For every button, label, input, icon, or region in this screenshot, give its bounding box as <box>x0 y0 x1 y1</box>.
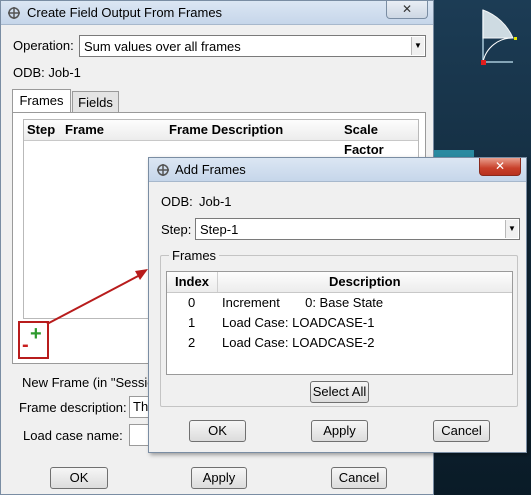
frames-group-label: Frames <box>169 248 220 263</box>
row-index: 1 <box>188 315 196 330</box>
list-item[interactable]: 2 Load Case: LOADCASE-2 <box>167 333 512 353</box>
column-index[interactable]: Index <box>175 272 209 292</box>
row-description: Increment 0: Base State <box>222 295 384 310</box>
step-value: Step-1 <box>200 222 239 237</box>
sub-odb-label: ODB: <box>161 194 193 209</box>
row-index: 0 <box>188 295 196 310</box>
select-all-button[interactable]: Select All <box>310 381 369 403</box>
row-description: Load Case: LOADCASE-1 <box>222 315 375 330</box>
add-frames-title: Add Frames <box>175 162 246 177</box>
sub-titlebar[interactable]: Add Frames ✕ <box>149 158 526 182</box>
column-description[interactable]: Description <box>329 272 401 292</box>
chevron-down-icon: ▼ <box>505 220 518 238</box>
frames-list[interactable]: Index Description 0 Increment 0: Base St… <box>166 271 513 375</box>
add-frames-dialog: Add Frames ✕ ODB: Job-1 Step: Step-1 ▼ F… <box>148 157 527 453</box>
sub-apply-button[interactable]: Apply <box>311 420 368 442</box>
list-item[interactable]: 0 Increment 0: Base State <box>167 293 512 313</box>
sub-odb-value: Job-1 <box>199 194 232 209</box>
sub-cancel-button[interactable]: Cancel <box>433 420 490 442</box>
step-label: Step: <box>161 222 192 237</box>
sub-ok-button[interactable]: OK <box>189 420 246 442</box>
step-select[interactable]: Step-1 ▼ <box>195 218 520 240</box>
row-index: 2 <box>188 335 196 350</box>
sub-close-button[interactable]: ✕ <box>479 158 521 176</box>
row-description: Load Case: LOADCASE-2 <box>222 335 375 350</box>
frames-list-header: Index Description <box>167 272 512 293</box>
list-item[interactable]: 1 Load Case: LOADCASE-1 <box>167 313 512 333</box>
abaqus-app-icon <box>157 164 169 176</box>
